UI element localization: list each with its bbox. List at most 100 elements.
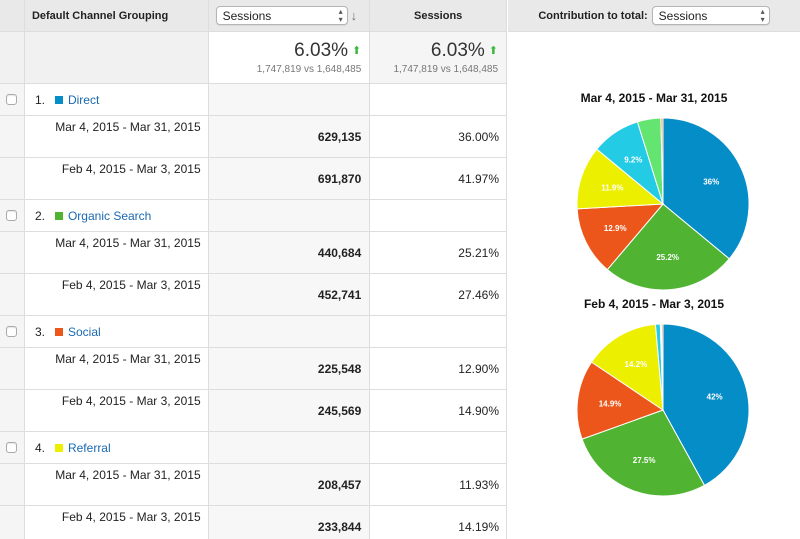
sessions-pct: 12.90% — [370, 348, 506, 389]
pie-slice-label: 12.9% — [604, 224, 627, 233]
sort-arrow-down-icon[interactable]: ↓ — [351, 8, 358, 23]
select-updown-icon: ▴ ▾ — [338, 6, 343, 24]
row-checkbox-cell — [0, 232, 25, 273]
pct-header[interactable]: Sessions — [370, 0, 506, 31]
group-label-cell: 3. Social — [25, 316, 209, 347]
group-label-cell: 2. Organic Search — [25, 200, 209, 231]
group-link[interactable]: Referral — [68, 441, 111, 455]
sessions-value: 629,135 — [208, 116, 371, 157]
table-row: Feb 4, 2015 - Mar 3, 2015 452,741 27.46% — [0, 274, 506, 316]
pie-slice-label: 11.9% — [601, 183, 623, 192]
group-index: 3. — [34, 324, 45, 339]
color-swatch-icon — [54, 443, 63, 452]
group-row: 1. Direct — [0, 84, 506, 116]
table-body: 1. Direct Mar 4, 2015 - Mar 31, 2015 629,13… — [0, 84, 506, 539]
contribution-select[interactable]: Sessions ▴ ▾ — [651, 6, 770, 25]
summary-sessions-compare: 1,747,819 vs 1,648,485 — [256, 64, 362, 75]
date-range: Mar 4, 2015 - Mar 31, 2015 — [25, 464, 209, 505]
summary-pct: 6.03% ⬆ 1,747,819 vs 1,648,485 — [370, 32, 506, 83]
sessions-pct: 14.19% — [370, 506, 506, 539]
row-checkbox-cell — [0, 200, 25, 231]
pie-title-previous: Feb 4, 2015 - Mar 3, 2015 — [583, 297, 725, 311]
summary-sessions: 6.03% ⬆ 1,747,819 vs 1,648,485 — [208, 32, 371, 83]
sessions-value: 233,844 — [208, 506, 371, 539]
pie-title-current: Mar 4, 2015 - Mar 31, 2015 — [580, 91, 728, 105]
sessions-pct: 14.90% — [370, 390, 506, 431]
date-range: Feb 4, 2015 - Mar 3, 2015 — [25, 506, 209, 539]
sessions-value: 691,870 — [208, 158, 371, 199]
group-pct-cell — [370, 432, 506, 463]
table-row: Mar 4, 2015 - Mar 31, 2015 440,684 25.21% — [0, 232, 506, 274]
date-range: Feb 4, 2015 - Mar 3, 2015 — [25, 158, 209, 199]
group-sessions-cell — [208, 200, 371, 231]
row-checkbox-cell — [0, 158, 25, 199]
pie-chart-previous: 42% 27.5% 14.9% 14.2% — [576, 323, 750, 497]
sessions-value: 208,457 — [208, 464, 371, 505]
row-checkbox[interactable] — [6, 326, 18, 337]
table-row: Feb 4, 2015 - Mar 3, 2015 691,870 41.97% — [0, 158, 506, 200]
pie-slice-label: 9.2% — [624, 156, 642, 165]
group-pct-cell — [370, 200, 506, 231]
contribution-select-value: Sessions — [658, 8, 708, 23]
sessions-pct: 36.00% — [370, 116, 506, 157]
table-row: Mar 4, 2015 - Mar 31, 2015 629,135 36.00% — [0, 116, 506, 158]
sessions-value: 452,741 — [208, 274, 371, 315]
pie-slice-label: 25.2% — [656, 253, 679, 262]
sessions-pct: 27.46% — [370, 274, 506, 315]
contribution-label: Contribution to total: — [538, 9, 648, 22]
group-sessions-cell — [208, 316, 371, 347]
summary-pct-change: 6.03% — [430, 40, 485, 61]
summary-pct-compare: 1,747,819 vs 1,648,485 — [393, 64, 498, 75]
metric-select[interactable]: Sessions ▴ ▾ — [215, 6, 348, 25]
pie-slice-label: 14.2% — [625, 360, 648, 369]
metric-select-value: Sessions — [222, 8, 272, 23]
row-checkbox-cell — [0, 274, 25, 315]
select-updown-icon: ▴ ▾ — [760, 6, 765, 24]
row-checkbox-cell — [0, 464, 25, 505]
group-index: 2. — [34, 208, 45, 223]
date-range: Mar 4, 2015 - Mar 31, 2015 — [25, 348, 209, 389]
table-row: Mar 4, 2015 - Mar 31, 2015 208,457 11.93% — [0, 464, 506, 506]
date-range: Feb 4, 2015 - Mar 3, 2015 — [25, 390, 209, 431]
sessions-value: 245,569 — [208, 390, 371, 431]
table-row: Mar 4, 2015 - Mar 31, 2015 225,548 12.90% — [0, 348, 506, 390]
group-sessions-cell — [208, 432, 371, 463]
row-checkbox-cell — [0, 506, 25, 539]
color-swatch-icon — [54, 95, 63, 104]
sessions-pct: 25.21% — [370, 232, 506, 273]
row-checkbox-cell — [0, 84, 25, 115]
group-sessions-cell — [208, 84, 371, 115]
data-table: Default Channel Grouping Sessions ▴ ▾ ↓ S… — [0, 0, 507, 539]
summary-checkbox-cell — [0, 32, 25, 83]
metric-header: Sessions ▴ ▾ ↓ — [208, 0, 371, 31]
summary-sessions-change: 6.03% — [294, 40, 349, 61]
group-row: 3. Social — [0, 316, 506, 348]
group-label-cell: 4. Referral — [25, 432, 209, 463]
pie-slice-label: 14.9% — [599, 399, 622, 408]
row-checkbox-cell — [0, 348, 25, 389]
row-checkbox[interactable] — [6, 442, 18, 453]
group-index: 1. — [34, 92, 45, 107]
group-row: 4. Referral — [0, 432, 506, 464]
pie-slice-label: 42% — [707, 393, 723, 402]
date-range: Mar 4, 2015 - Mar 31, 2015 — [25, 232, 209, 273]
color-swatch-icon — [54, 211, 63, 220]
group-link[interactable]: Organic Search — [68, 209, 151, 223]
row-checkbox[interactable] — [6, 94, 18, 105]
pie-slice-label: 27.5% — [633, 456, 656, 465]
header-checkbox-cell — [0, 0, 25, 31]
sessions-pct: 41.97% — [370, 158, 506, 199]
contribution-panel: Contribution to total: Sessions ▴ ▾ Mar 4… — [508, 0, 800, 539]
contribution-header: Contribution to total: Sessions ▴ ▾ — [508, 0, 800, 32]
group-link[interactable]: Social — [68, 325, 101, 339]
group-label-cell: 1. Direct — [25, 84, 209, 115]
row-checkbox[interactable] — [6, 210, 18, 221]
date-range: Mar 4, 2015 - Mar 31, 2015 — [25, 116, 209, 157]
row-checkbox-cell — [0, 432, 25, 463]
summary-dimension-cell — [24, 32, 209, 83]
table-row: Feb 4, 2015 - Mar 3, 2015 245,569 14.90% — [0, 390, 506, 432]
table-row: Feb 4, 2015 - Mar 3, 2015 233,844 14.19% — [0, 506, 506, 539]
arrow-up-icon: ⬆ — [352, 45, 362, 57]
dimension-header[interactable]: Default Channel Grouping — [24, 0, 209, 31]
group-link[interactable]: Direct — [68, 93, 99, 107]
